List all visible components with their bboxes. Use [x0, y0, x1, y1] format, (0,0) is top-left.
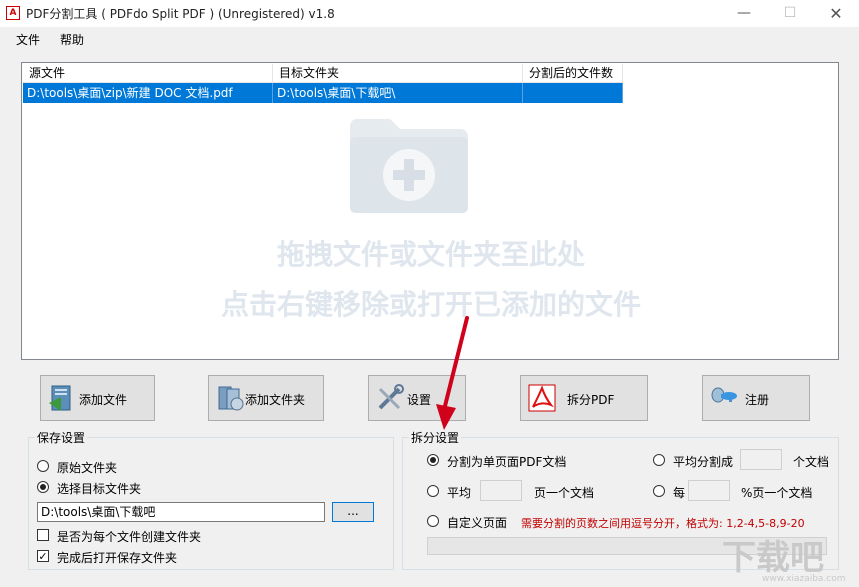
every-label[interactable]: 每: [673, 484, 685, 501]
even-split-count-input[interactable]: [740, 449, 782, 470]
menu-help[interactable]: 帮助: [60, 31, 84, 48]
save-settings-title: 保存设置: [35, 429, 88, 446]
settings-label: 设置: [407, 393, 432, 407]
save-settings-group: 保存设置 原始文件夹 选择目标文件夹 D:\tools\桌面\下载吧 ... 是…: [28, 429, 394, 570]
add-folder-label: 添加文件夹: [245, 393, 306, 407]
custom-pages-label[interactable]: 自定义页面: [447, 514, 507, 531]
add-file-label: 添加文件: [79, 393, 128, 407]
context-hint-text: 点击右键移除或打开已添加的文件: [220, 288, 641, 321]
custom-format-hint: 需要分割的页数之间用逗号分开，格式为: 1,2-4,5-8,9-20: [521, 517, 805, 530]
table-row[interactable]: D:\tools\桌面\zip\新建 DOC 文档.pdf D:\tools\桌…: [23, 83, 623, 103]
single-page-radio[interactable]: [427, 454, 439, 466]
window-title: PDF分割工具 ( PDFdo Split PDF ) (Unregistere…: [26, 7, 335, 21]
column-header-count[interactable]: 分割后的文件数: [523, 64, 623, 83]
drop-hint-text: 拖拽文件或文件夹至此处: [276, 238, 585, 271]
column-header-source[interactable]: 源文件: [23, 64, 273, 83]
cell-target: D:\tools\桌面\下载吧\: [273, 83, 523, 103]
custom-pages-radio[interactable]: [427, 515, 439, 527]
close-button[interactable]: ✕: [813, 0, 859, 27]
add-file-button[interactable]: 添加文件: [40, 375, 155, 421]
column-header-target[interactable]: 目标文件夹: [273, 64, 523, 83]
menu-bar: 文件 帮助: [0, 27, 859, 51]
watermark-logo: 下载吧: [722, 538, 824, 578]
even-split-radio[interactable]: [653, 454, 665, 466]
browse-button[interactable]: ...: [332, 502, 374, 522]
add-folder-icon: [218, 386, 244, 411]
minimize-button[interactable]: —: [721, 0, 767, 27]
original-folder-label[interactable]: 原始文件夹: [57, 459, 117, 476]
cell-count: [523, 83, 623, 103]
split-pdf-label: 拆分PDF: [567, 393, 615, 407]
pdf-icon: [528, 384, 556, 412]
title-bar: A PDF分割工具 ( PDFdo Split PDF ) (Unregiste…: [0, 0, 859, 27]
average-label[interactable]: 平均: [447, 484, 471, 501]
every-radio[interactable]: [653, 485, 665, 497]
single-page-label[interactable]: 分割为单页面PDF文档: [447, 453, 566, 470]
key-icon: [711, 387, 737, 403]
cell-source: D:\tools\桌面\zip\新建 DOC 文档.pdf: [23, 83, 273, 103]
list-header: 源文件 目标文件夹 分割后的文件数: [23, 64, 623, 83]
add-folder-button[interactable]: 添加文件夹: [208, 375, 324, 421]
file-list-panel[interactable]: 源文件 目标文件夹 分割后的文件数 D:\tools\桌面\zip\新建 DOC…: [21, 62, 839, 360]
original-folder-radio[interactable]: [37, 460, 49, 472]
every-suffix: %页一个文档: [741, 486, 813, 500]
even-split-label[interactable]: 平均分割成: [673, 453, 733, 470]
target-path-input[interactable]: D:\tools\桌面\下载吧: [37, 502, 325, 522]
split-pdf-button[interactable]: 拆分PDF: [520, 375, 648, 421]
register-button[interactable]: 注册: [702, 375, 810, 421]
register-label: 注册: [745, 393, 770, 407]
watermark-url: www.xiazaiba.com: [762, 574, 846, 584]
average-radio[interactable]: [427, 485, 439, 497]
settings-button[interactable]: 设置: [368, 375, 466, 421]
choose-target-label[interactable]: 选择目标文件夹: [57, 480, 141, 497]
choose-target-radio[interactable]: [37, 481, 49, 493]
app-pdf-icon: A: [6, 6, 20, 20]
add-folder-placeholder-icon: [350, 119, 468, 213]
every-percent-input[interactable]: [688, 480, 730, 501]
tools-icon: [378, 384, 404, 410]
maximize-button[interactable]: ☐: [767, 0, 813, 27]
average-suffix: 页一个文档: [534, 486, 595, 500]
open-after-label[interactable]: 完成后打开保存文件夹: [57, 549, 177, 566]
split-settings-title: 拆分设置: [409, 429, 462, 446]
open-after-checkbox[interactable]: ✓: [37, 550, 49, 562]
even-split-suffix: 个文档: [793, 455, 830, 469]
create-per-file-label[interactable]: 是否为每个文件创建文件夹: [57, 528, 201, 545]
menu-file[interactable]: 文件: [16, 31, 40, 48]
create-per-file-checkbox[interactable]: [37, 529, 49, 541]
add-file-icon: [49, 385, 71, 411]
average-pages-input[interactable]: [480, 480, 522, 501]
